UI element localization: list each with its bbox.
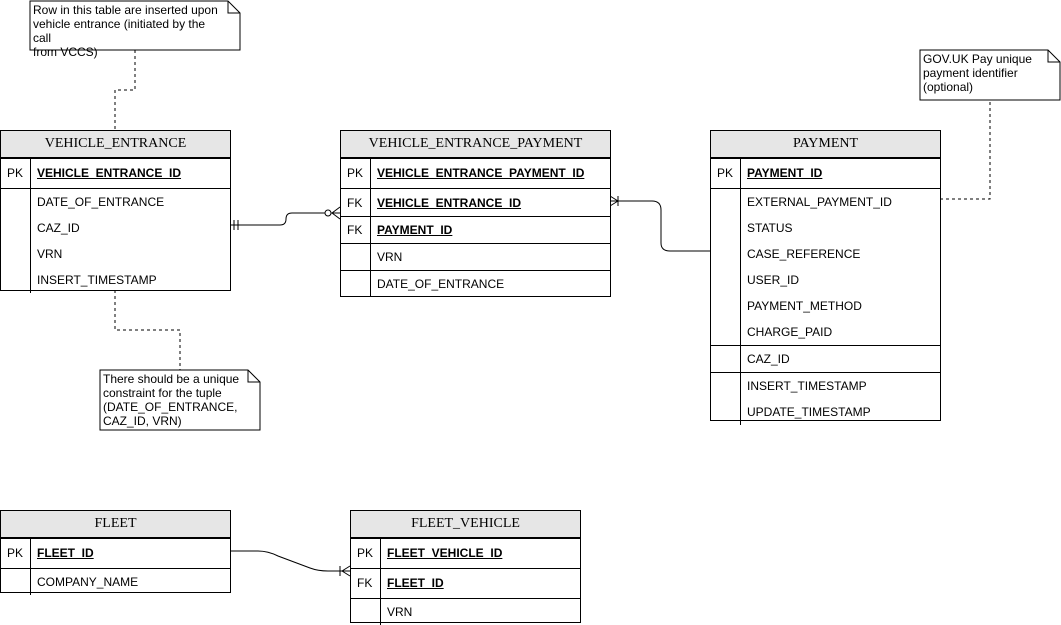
field-name: FLEET_ID: [37, 546, 94, 560]
table-row: CAZ_ID: [1, 215, 230, 241]
table-row: PAYMENT_METHOD: [711, 293, 940, 319]
attr-section: DATE_OF_ENTRANCE CAZ_ID VRN INSERT_TIMES…: [1, 188, 230, 293]
pk-section: PK FLEET_ID: [1, 538, 230, 568]
field-name: PAYMENT_ID: [377, 223, 453, 237]
table-row: VRN: [351, 599, 580, 625]
table-row: VRN: [1, 241, 230, 267]
pk-section: PK VEHICLE_ENTRANCE_ID: [1, 158, 230, 188]
attr-section: COMPANY_NAME: [1, 568, 230, 595]
field-name: VEHICLE_ENTRANCE_ID: [377, 196, 522, 210]
table-row: EXTERNAL_PAYMENT_ID: [711, 189, 940, 215]
note-govuk-pay: GOV.UK Pay unique payment identifier (op…: [923, 52, 1032, 94]
table-row: PK VEHICLE_ENTRANCE_ID: [1, 159, 230, 188]
field-name: USER_ID: [747, 273, 800, 287]
field-name: INSERT_TIMESTAMP: [37, 273, 157, 287]
table-row: FK PAYMENT_ID: [341, 217, 610, 243]
pk-section: PK FLEET_VEHICLE_ID: [351, 538, 580, 568]
key-type: FK: [347, 223, 363, 237]
field-name: VRN: [387, 605, 413, 619]
field-name: CAZ_ID: [37, 221, 80, 235]
entity-title: VEHICLE_ENTRANCE_PAYMENT: [341, 131, 610, 158]
table-row: CAZ_ID: [711, 346, 940, 372]
attr-section: CAZ_ID: [711, 345, 940, 372]
key-type: PK: [717, 166, 734, 180]
entity-fleet-vehicle[interactable]: FLEET_VEHICLE PK FLEET_VEHICLE_ID FK FLE…: [350, 510, 581, 625]
fk-section: FK VEHICLE_ENTRANCE_ID: [341, 188, 610, 216]
field-name: CHARGE_PAID: [747, 325, 833, 339]
table-row: STATUS: [711, 215, 940, 241]
field-name: CAZ_ID: [747, 352, 790, 366]
field-name: UPDATE_TIMESTAMP: [747, 405, 871, 419]
relationship-entrance-payment: [230, 206, 341, 230]
entity-payment[interactable]: PAYMENT PK PAYMENT_ID EXTERNAL_PAYMENT_I…: [710, 130, 941, 425]
field-name: INSERT_TIMESTAMP: [747, 379, 867, 393]
entity-fleet[interactable]: FLEET PK FLEET_ID COMPANY_NAME: [0, 510, 231, 595]
field-name: COMPANY_NAME: [37, 575, 139, 589]
table-row: UPDATE_TIMESTAMP: [711, 399, 940, 425]
pk-section: PK PAYMENT_ID: [711, 158, 940, 188]
pk-section: PK VEHICLE_ENTRANCE_PAYMENT_ID: [341, 158, 610, 188]
note-vehicle-entrance-insert: Row in this table are inserted upon vehi…: [33, 3, 218, 59]
fk-section: FK FLEET_ID: [351, 568, 580, 598]
field-name: FLEET_ID: [387, 576, 444, 590]
attr-section: EXTERNAL_PAYMENT_ID STATUS CASE_REFERENC…: [711, 188, 940, 345]
relationship-payment: [609, 195, 710, 252]
table-row: VRN: [341, 244, 610, 270]
entity-title: PAYMENT: [711, 131, 940, 158]
table-row: PK FLEET_VEHICLE_ID: [351, 539, 580, 568]
table-row: PK PAYMENT_ID: [711, 159, 940, 188]
attr-section: INSERT_TIMESTAMP UPDATE_TIMESTAMP: [711, 372, 940, 425]
field-name: VEHICLE_ENTRANCE_PAYMENT_ID: [377, 166, 585, 180]
field-name: VEHICLE_ENTRANCE_ID: [37, 166, 182, 180]
field-name: PAYMENT_METHOD: [747, 299, 862, 313]
field-name: CASE_REFERENCE: [747, 247, 861, 261]
note-connector-unique: [114, 290, 181, 370]
key-type: PK: [7, 166, 24, 180]
table-row: DATE_OF_ENTRANCE: [1, 189, 230, 215]
field-name: DATE_OF_ENTRANCE: [37, 195, 165, 209]
table-row: DATE_OF_ENTRANCE: [341, 271, 610, 297]
field-name: VRN: [377, 250, 403, 264]
note-connector-insert: [114, 50, 136, 130]
table-row: USER_ID: [711, 267, 940, 293]
key-type: FK: [357, 576, 373, 590]
key-type: FK: [347, 196, 363, 210]
relationship-fleet: [230, 550, 351, 577]
fk-section: FK PAYMENT_ID: [341, 216, 610, 243]
table-row: FK VEHICLE_ENTRANCE_ID: [341, 189, 610, 216]
table-row: PK FLEET_ID: [1, 539, 230, 568]
key-type: PK: [7, 546, 24, 560]
note-unique-constraint: There should be a unique constraint for …: [103, 372, 240, 428]
entity-vehicle-entrance-payment[interactable]: VEHICLE_ENTRANCE_PAYMENT PK VEHICLE_ENTR…: [340, 130, 611, 297]
key-type: PK: [347, 166, 364, 180]
entity-title: FLEET_VEHICLE: [351, 511, 580, 538]
field-name: FLEET_VEHICLE_ID: [387, 546, 503, 560]
field-name: VRN: [37, 247, 63, 261]
table-row: INSERT_TIMESTAMP: [711, 373, 940, 399]
attr-section: DATE_OF_ENTRANCE: [341, 270, 610, 297]
key-type: PK: [357, 546, 374, 560]
table-row: PK VEHICLE_ENTRANCE_PAYMENT_ID: [341, 159, 610, 188]
attr-section: VRN: [351, 598, 580, 625]
table-row: INSERT_TIMESTAMP: [1, 267, 230, 293]
note-connector-govuk: [940, 100, 991, 200]
entity-vehicle-entrance[interactable]: VEHICLE_ENTRANCE PK VEHICLE_ENTRANCE_ID …: [0, 130, 231, 293]
entity-title: FLEET: [1, 511, 230, 538]
table-row: FK FLEET_ID: [351, 569, 580, 598]
field-name: STATUS: [747, 221, 793, 235]
table-row: COMPANY_NAME: [1, 569, 230, 595]
field-name: DATE_OF_ENTRANCE: [377, 277, 505, 291]
entity-title: VEHICLE_ENTRANCE: [1, 131, 230, 158]
field-name: EXTERNAL_PAYMENT_ID: [747, 195, 892, 209]
table-row: CASE_REFERENCE: [711, 241, 940, 267]
attr-section: VRN: [341, 243, 610, 270]
field-name: PAYMENT_ID: [747, 166, 823, 180]
table-row: CHARGE_PAID: [711, 319, 940, 345]
